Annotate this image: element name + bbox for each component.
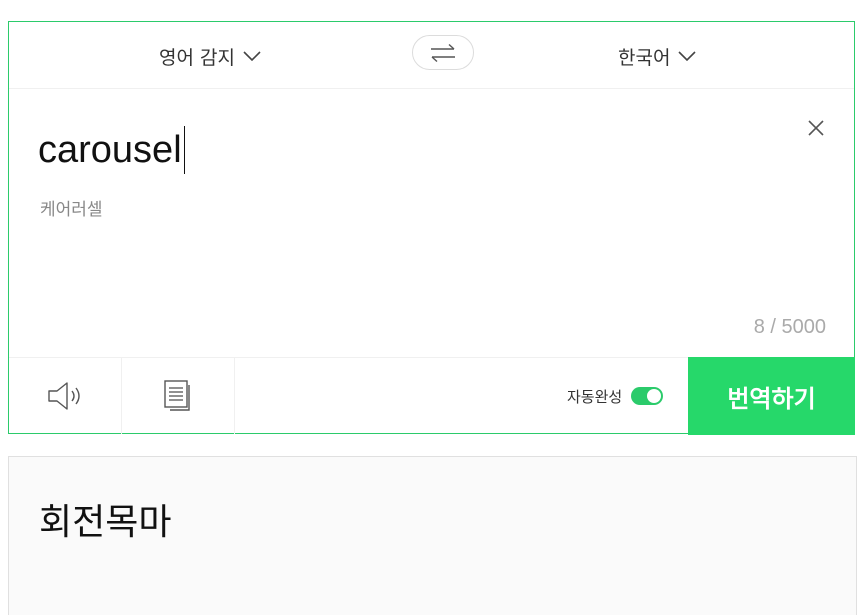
clear-button[interactable] xyxy=(805,117,827,139)
target-language-select[interactable]: 한국어 xyxy=(618,42,697,70)
target-language-label: 한국어 xyxy=(618,46,671,69)
autocomplete-control: 자동완성 xyxy=(567,358,664,434)
source-toolbar: 자동완성 번역하기 xyxy=(9,357,855,435)
character-count: 8 / 5000 xyxy=(753,316,826,338)
translation-result: 회전목마 xyxy=(39,502,172,543)
source-text-input[interactable]: carousel xyxy=(38,125,185,175)
chevron-down-icon xyxy=(243,51,261,61)
translate-button[interactable]: 번역하기 xyxy=(688,357,855,435)
source-text-value: carousel xyxy=(38,129,182,171)
close-icon xyxy=(808,120,824,136)
chevron-down-icon xyxy=(678,51,697,61)
source-language-select[interactable]: 영어 감지 xyxy=(159,42,261,70)
speaker-icon xyxy=(48,382,80,410)
autocomplete-toggle[interactable] xyxy=(631,387,664,405)
language-bar: 영어 감지 한국어 xyxy=(9,22,854,89)
text-caret xyxy=(183,126,185,174)
source-panel: 영어 감지 한국어 carousel 케어러셀 8 / 5000 자동완성 번역… xyxy=(8,21,855,435)
autocomplete-label: 자동완성 xyxy=(567,387,623,406)
copy-button[interactable] xyxy=(122,358,235,434)
swap-languages-button[interactable] xyxy=(412,35,474,70)
pronunciation-text: 케어러셀 xyxy=(40,200,103,220)
listen-button[interactable] xyxy=(9,358,122,434)
result-panel: 회전목마 xyxy=(8,456,857,615)
swap-arrows-icon xyxy=(431,43,455,62)
toggle-knob xyxy=(647,389,662,403)
translator-page: 영어 감지 한국어 carousel 케어러셀 8 / 5000 자동완성 번역… xyxy=(0,0,865,615)
source-text-area[interactable]: carousel 케어러셀 8 / 5000 xyxy=(9,89,854,357)
source-language-label: 영어 감지 xyxy=(159,46,235,69)
document-icon xyxy=(164,380,190,411)
